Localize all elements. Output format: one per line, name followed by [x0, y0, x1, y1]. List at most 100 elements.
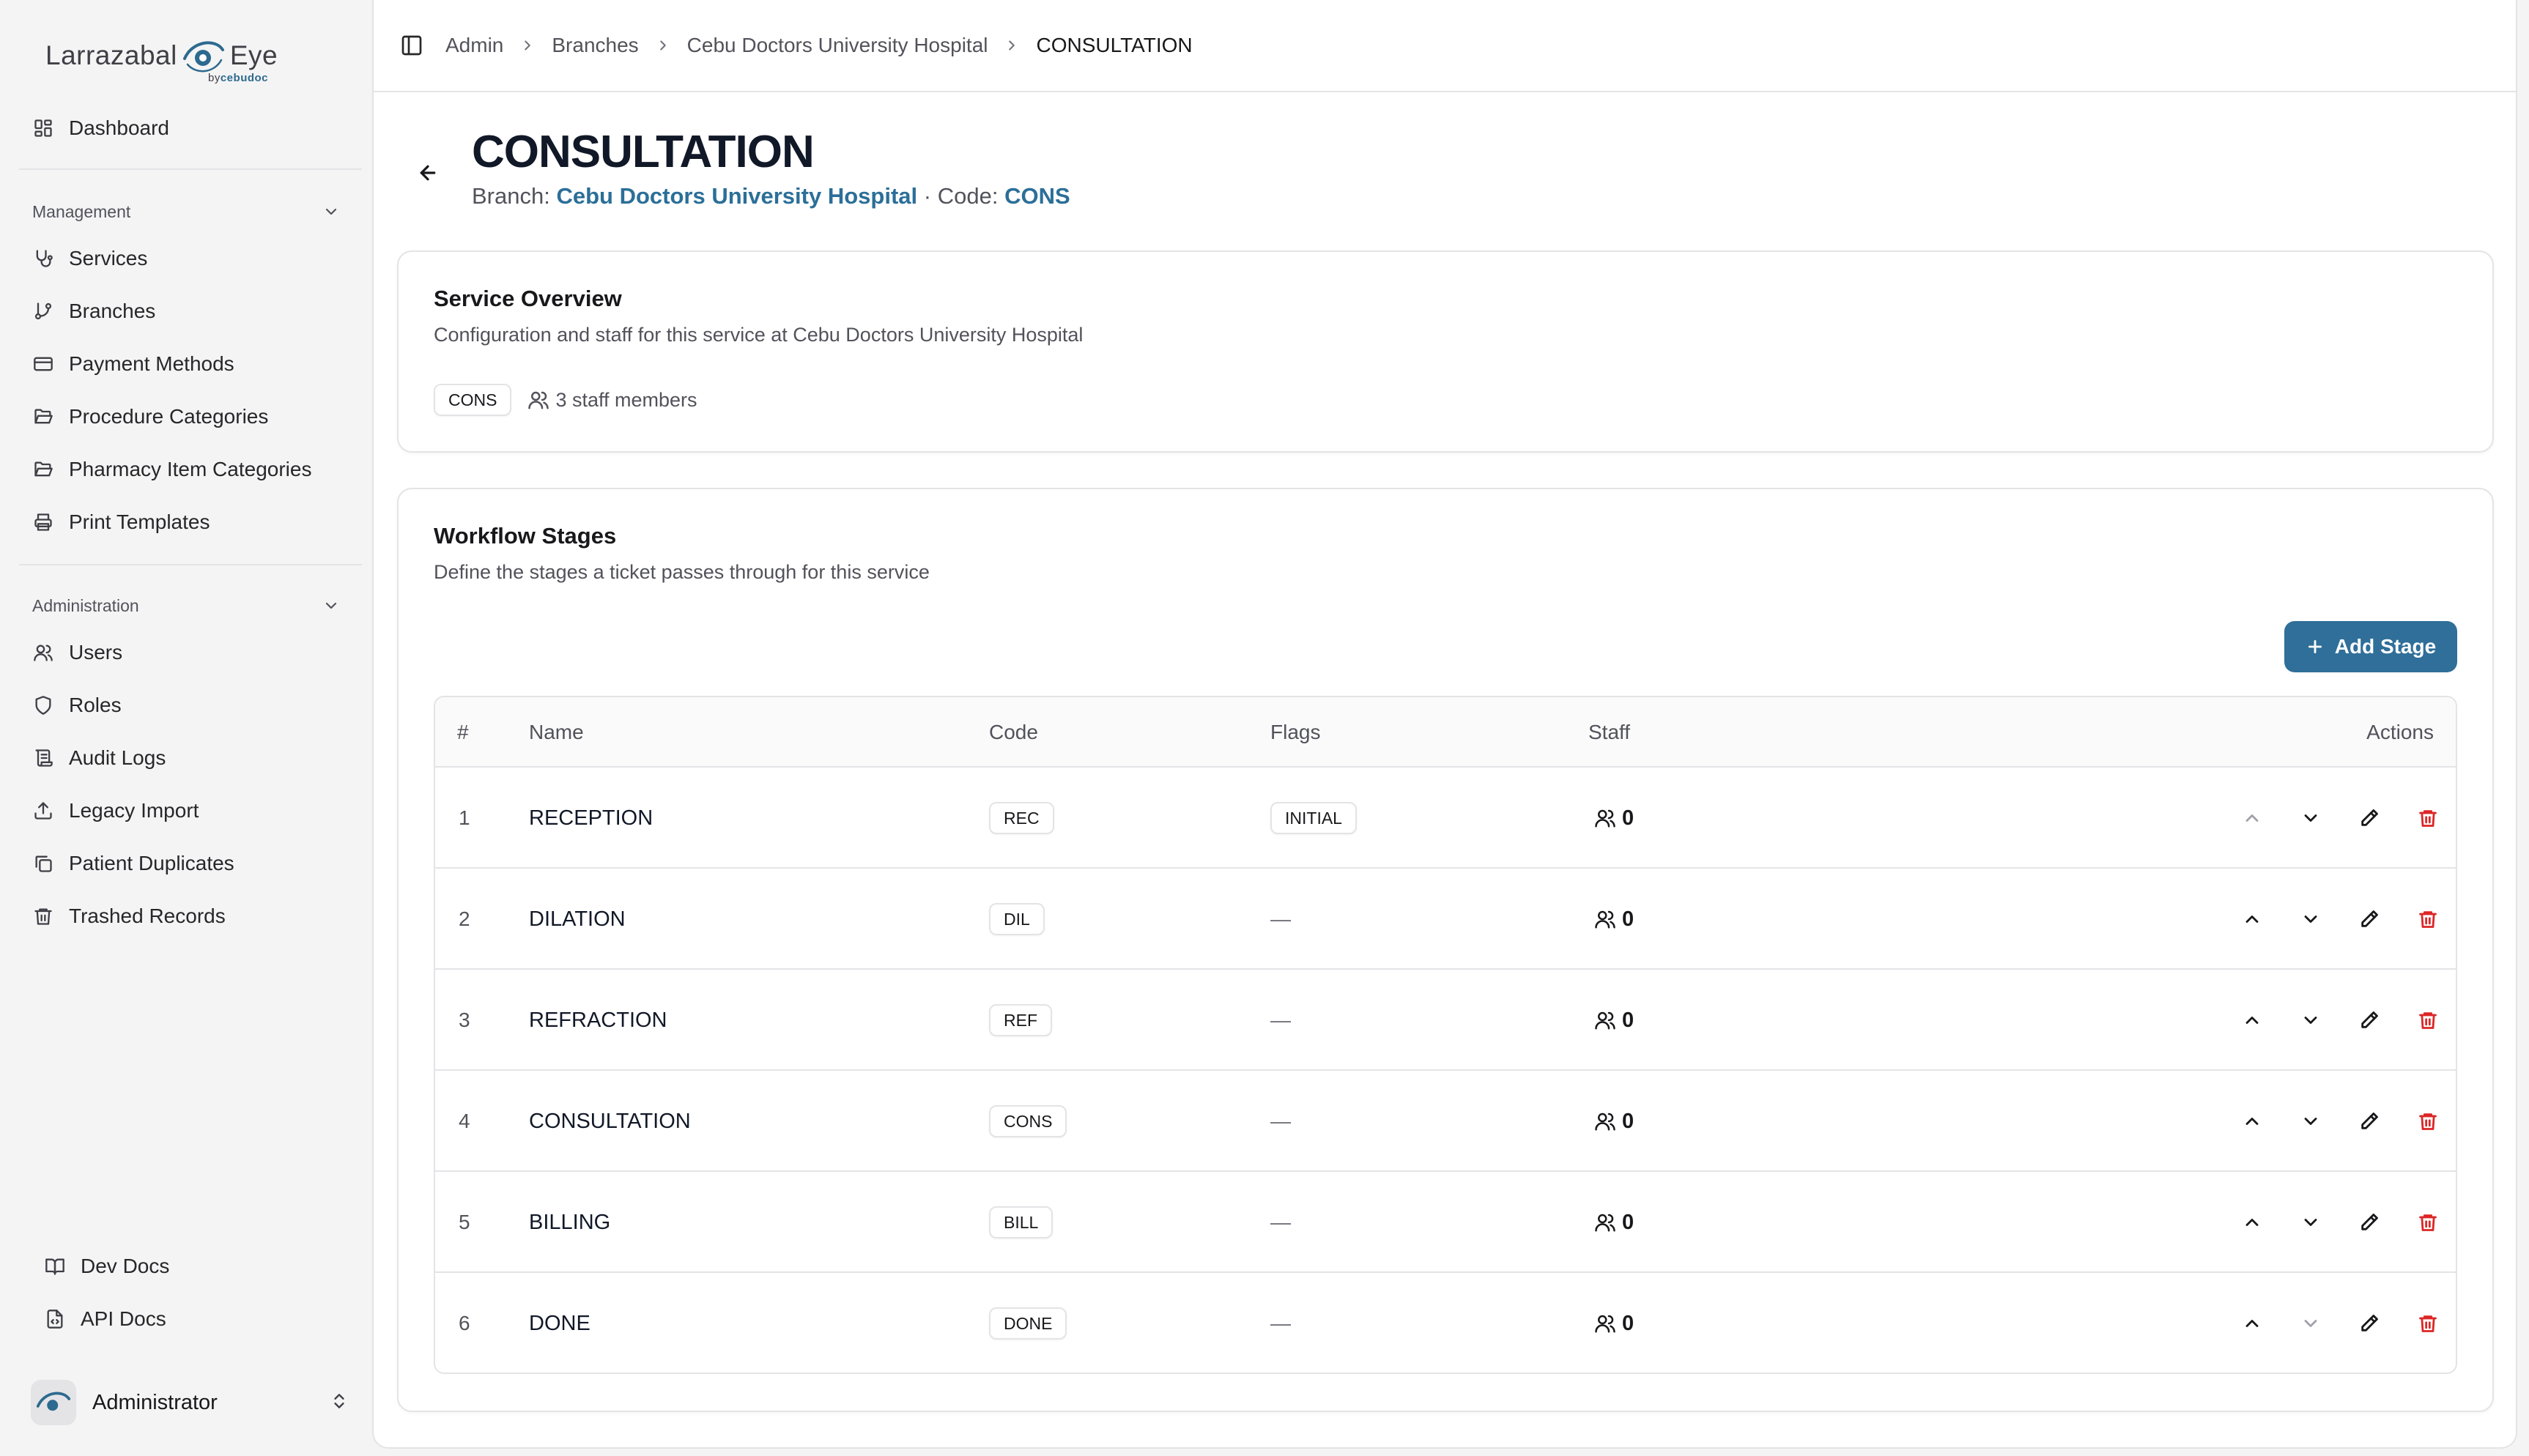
- card-description: Define the stages a ticket passes throug…: [434, 561, 930, 583]
- delete-button[interactable]: [2410, 1003, 2445, 1038]
- stage-code-badge: BILL: [989, 1206, 1054, 1238]
- eye-logo-icon: [36, 1392, 71, 1411]
- chevron-down-icon: [2304, 915, 2317, 923]
- app-logo[interactable]: Larrazabal Eye bycebudoc: [45, 21, 295, 91]
- stage-name: REFRACTION: [529, 1008, 667, 1032]
- move-up-button[interactable]: [2234, 1003, 2270, 1038]
- trash-icon: [2419, 1315, 2437, 1332]
- sidebar-item-label: Services: [69, 247, 148, 270]
- user-name: Administrator: [92, 1390, 218, 1414]
- sidebar-item-label: Dashboard: [69, 116, 169, 139]
- chevron-up-icon: [2245, 915, 2259, 923]
- add-stage-button[interactable]: Add Stage: [2284, 621, 2457, 672]
- breadcrumb-branches[interactable]: Branches: [552, 34, 638, 57]
- sidebar-item-label: Trashed Records: [69, 905, 226, 927]
- move-down-button[interactable]: [2293, 1003, 2328, 1038]
- move-up-button[interactable]: [2234, 801, 2270, 836]
- separator: ·: [923, 183, 932, 209]
- move-down-button[interactable]: [2293, 1205, 2328, 1240]
- breadcrumb-admin[interactable]: Admin: [445, 34, 503, 57]
- delete-button[interactable]: [2410, 1104, 2445, 1139]
- sidebar-item-services[interactable]: Services: [19, 236, 356, 281]
- pencil-icon: [2361, 1214, 2378, 1230]
- section-heading: Management: [32, 201, 131, 221]
- move-up-button[interactable]: [2234, 1306, 2270, 1341]
- stage-name: DONE: [529, 1311, 590, 1335]
- users-icon: [1595, 1011, 1615, 1030]
- sidebar-item-dev-docs[interactable]: Dev Docs: [31, 1244, 356, 1289]
- stage-flags-cell: —: [1270, 970, 1291, 1071]
- stage-code-badge: REC: [989, 802, 1054, 834]
- back-button[interactable]: [412, 157, 444, 189]
- delete-button[interactable]: [2410, 1306, 2445, 1341]
- users-icon: [1595, 809, 1615, 828]
- sidebar-item-label: Payment Methods: [69, 352, 234, 375]
- stage-staff-cell: 0: [1594, 1273, 1634, 1373]
- flag-empty: —: [1270, 1110, 1291, 1132]
- move-down-button[interactable]: [2293, 1306, 2328, 1341]
- sidebar-item-pharmacy-item-categories[interactable]: Pharmacy Item Categories: [19, 447, 356, 492]
- sidebar-item-print-templates[interactable]: Print Templates: [19, 499, 356, 545]
- trash-icon: [2419, 1113, 2437, 1130]
- flag-empty: —: [1270, 1211, 1291, 1233]
- chevron-up-icon: [2245, 1219, 2259, 1226]
- section-toggle-administration[interactable]: Administration: [32, 587, 340, 624]
- sidebar-item-dashboard[interactable]: Dashboard: [19, 105, 356, 151]
- move-up-button[interactable]: [2234, 902, 2270, 937]
- sidebar-item-branches[interactable]: Branches: [19, 289, 356, 334]
- sidebar-item-label: Pharmacy Item Categories: [69, 458, 312, 480]
- move-down-button[interactable]: [2293, 1104, 2328, 1139]
- edit-button[interactable]: [2352, 801, 2387, 836]
- pencil-icon: [2361, 809, 2378, 826]
- sidebar-item-legacy-import[interactable]: Legacy Import: [19, 788, 356, 833]
- staff-count: 3 staff members: [527, 389, 697, 412]
- card-title: Workflow Stages: [434, 523, 617, 549]
- row-number: 2: [459, 907, 470, 930]
- delete-button[interactable]: [2410, 902, 2445, 937]
- stage-flags-cell: —: [1270, 869, 1291, 970]
- stage-staff-cell: 0: [1594, 869, 1634, 970]
- sidebar-item-api-docs[interactable]: API Docs: [31, 1296, 356, 1342]
- users-icon: [1595, 1113, 1615, 1131]
- row-number: 1: [459, 806, 470, 829]
- panel-left-icon[interactable]: [400, 34, 423, 57]
- branch-link[interactable]: Cebu Doctors University Hospital: [556, 183, 917, 209]
- sidebar-item-trashed-records[interactable]: Trashed Records: [19, 894, 356, 939]
- sidebar-divider: [19, 168, 362, 170]
- move-up-button[interactable]: [2234, 1205, 2270, 1240]
- edit-button[interactable]: [2352, 1003, 2387, 1038]
- move-down-button[interactable]: [2293, 902, 2328, 937]
- sidebar-item-patient-duplicates[interactable]: Patient Duplicates: [19, 841, 356, 886]
- breadcrumb-branch[interactable]: Cebu Doctors University Hospital: [687, 34, 988, 57]
- delete-button[interactable]: [2410, 1205, 2445, 1240]
- sidebar-item-label: Patient Duplicates: [69, 852, 234, 874]
- move-up-button[interactable]: [2234, 1104, 2270, 1139]
- sidebar-item-payment-methods[interactable]: Payment Methods: [19, 341, 356, 387]
- sidebar-item-audit-logs[interactable]: Audit Logs: [19, 735, 356, 781]
- edit-button[interactable]: [2352, 1104, 2387, 1139]
- row-number: 6: [459, 1312, 470, 1334]
- shield-icon: [32, 694, 54, 716]
- edit-button[interactable]: [2352, 902, 2387, 937]
- row-number: 5: [459, 1211, 470, 1233]
- folder-open-icon: [32, 406, 54, 428]
- code-label: Code:: [937, 183, 999, 209]
- user-menu[interactable]: Administrator: [26, 1380, 349, 1425]
- edit-button[interactable]: [2352, 1306, 2387, 1341]
- edit-button[interactable]: [2352, 1205, 2387, 1240]
- code-link[interactable]: CONS: [1004, 183, 1070, 209]
- code-badge: CONS: [434, 384, 512, 416]
- sidebar-item-procedure-categories[interactable]: Procedure Categories: [19, 394, 356, 439]
- chevron-right-icon: [1004, 37, 1020, 53]
- sidebar-item-roles[interactable]: Roles: [19, 683, 356, 728]
- chevrons-up-down-icon: [330, 1392, 349, 1414]
- sidebar-item-users[interactable]: Users: [19, 630, 356, 675]
- column-header-flags: Flags: [1270, 721, 1321, 743]
- printer-icon: [32, 511, 54, 533]
- chevron-down-icon: [2304, 1320, 2317, 1327]
- move-down-button[interactable]: [2293, 801, 2328, 836]
- delete-button[interactable]: [2410, 801, 2445, 836]
- chevron-down-icon: [2304, 1118, 2317, 1125]
- logo-brand-left: Larrazabal: [45, 40, 177, 70]
- section-toggle-management[interactable]: Management: [32, 193, 340, 230]
